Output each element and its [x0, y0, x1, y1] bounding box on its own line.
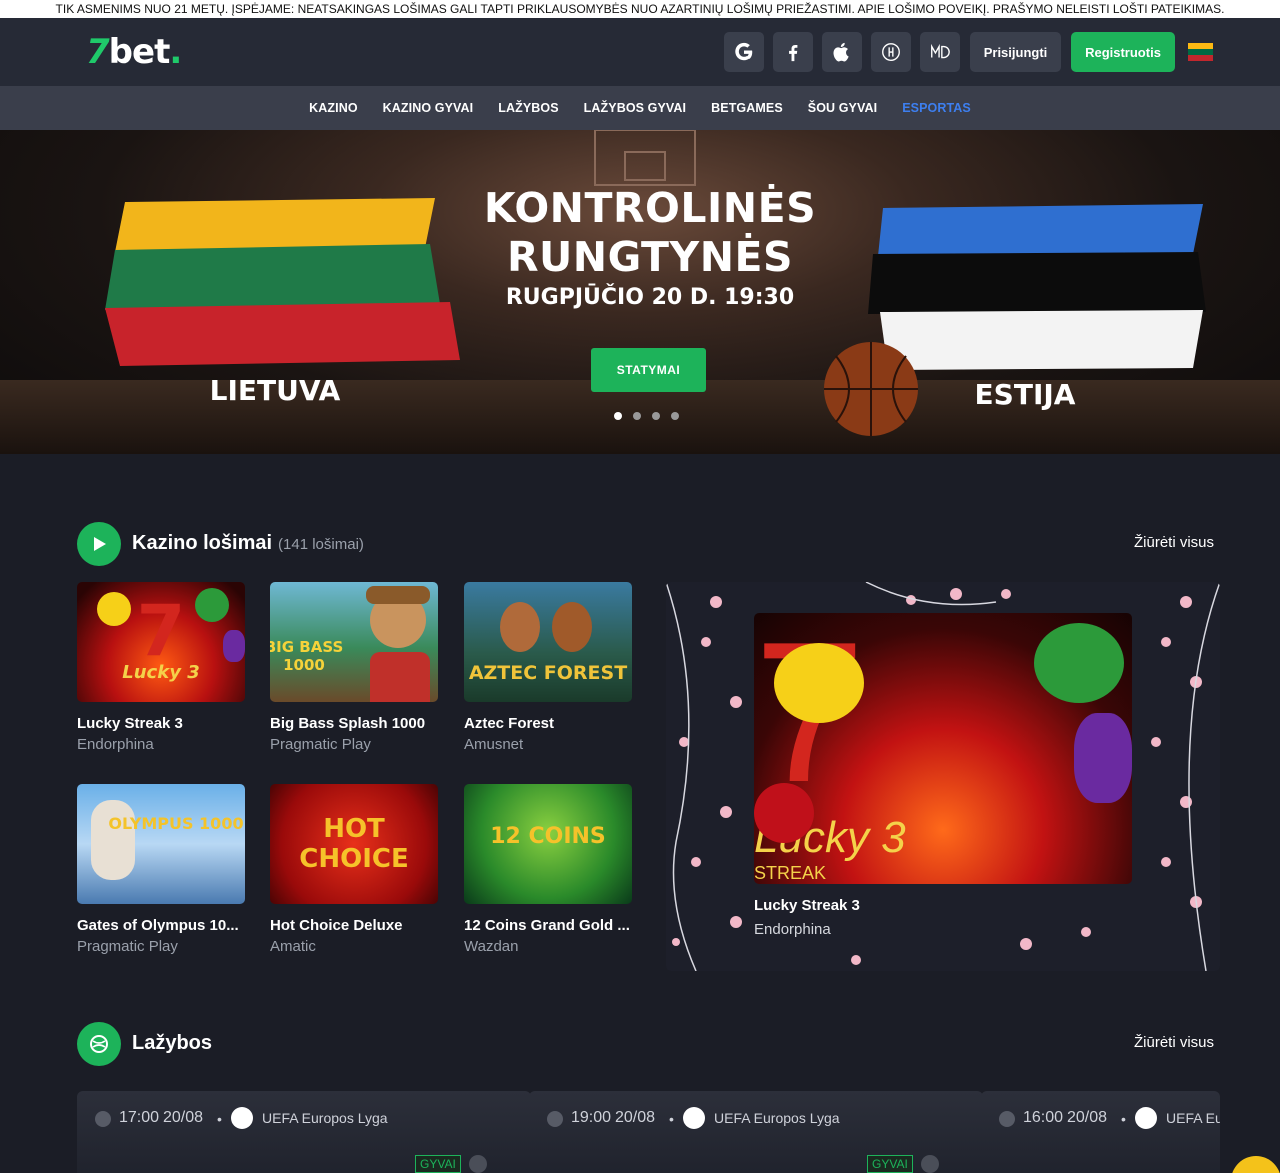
- nav-item-betgames[interactable]: BETGAMES: [699, 101, 796, 115]
- match-league: UEFA Europos Lyga: [714, 1110, 840, 1126]
- lithuania-flag-brush: [105, 198, 460, 366]
- europa-league-icon: [231, 1107, 253, 1129]
- featured-game-card[interactable]: 7 Lucky 3 STREAK Lucky Streak 3 Endorphi…: [666, 582, 1220, 971]
- mobile-id-icon: [882, 43, 900, 61]
- game-provider: Endorphina: [77, 736, 154, 753]
- game-name: Gates of Olympus 10...: [77, 917, 239, 934]
- match-date: 20/08: [1067, 1109, 1108, 1126]
- nav-item-kazino-gyvai[interactable]: KAZINO GYVAI: [370, 101, 486, 115]
- sports-icon: [77, 1022, 121, 1066]
- header: 7bet. Prisijungti Registruotis: [0, 18, 1280, 86]
- live-badge: GYVAI: [415, 1155, 461, 1173]
- team-right-name: ESTIJA: [974, 378, 1076, 411]
- game-card[interactable]: 7 Lucky 3 Lucky Streak 3 Endorphina: [77, 582, 245, 753]
- sports-see-all-link[interactable]: Žiūrėti visus: [1134, 1034, 1214, 1051]
- nav-item-esportas[interactable]: ESPORTAS: [890, 101, 984, 115]
- casino-game-count: (141 lošimai): [278, 536, 364, 553]
- game-provider: Amusnet: [464, 736, 524, 753]
- match-time: 17:00: [119, 1109, 160, 1126]
- carousel-dot[interactable]: [614, 412, 622, 420]
- apple-login-button[interactable]: [822, 32, 862, 72]
- main-navigation: KAZINO KAZINO GYVAI LAŽYBOS LAŽYBOS GYVA…: [0, 86, 1280, 130]
- game-provider: Wazdan: [464, 938, 519, 955]
- google-login-button[interactable]: [724, 32, 764, 72]
- carousel-dot[interactable]: [633, 412, 641, 420]
- hero-date: RUGPJŪČIO 20 D. 19:30: [505, 285, 795, 310]
- nav-item-lazybos-gyvai[interactable]: LAŽYBOS GYVAI: [571, 101, 698, 115]
- login-button[interactable]: Prisijungti: [970, 32, 1061, 72]
- europa-league-icon: [683, 1107, 705, 1129]
- nav-item-kazino[interactable]: KAZINO: [297, 101, 371, 115]
- game-name: Lucky Streak 3: [77, 715, 183, 732]
- europa-league-icon: [1135, 1107, 1157, 1129]
- featured-game-provider: Endorphina: [754, 921, 831, 938]
- casino-see-all-link[interactable]: Žiūrėti visus: [1134, 534, 1214, 551]
- smart-id-login-button[interactable]: [920, 32, 960, 72]
- clock-icon: [95, 1111, 111, 1127]
- live-badge: GYVAI: [867, 1155, 913, 1173]
- mobile-id-login-button[interactable]: [871, 32, 911, 72]
- facebook-icon: [789, 44, 798, 62]
- game-provider: Pragmatic Play: [270, 736, 371, 753]
- smart-id-icon: [931, 43, 950, 59]
- match-card[interactable]: 16:00 20/08 • UEFA Eur: [981, 1091, 1220, 1173]
- game-card[interactable]: HOT CHOICE Hot Choice Deluxe Amatic: [270, 784, 438, 955]
- apple-icon: [833, 42, 849, 62]
- language-flag-lithuania[interactable]: [1188, 43, 1213, 61]
- game-name: 12 Coins Grand Gold ...: [464, 917, 630, 934]
- match-time: 19:00: [571, 1109, 612, 1126]
- live-stream-icon[interactable]: [469, 1155, 487, 1173]
- hero-title: KONTROLINĖS RUNGTYNĖS: [483, 184, 817, 281]
- basketball-hoop: [594, 130, 696, 186]
- match-time: 16:00: [1023, 1109, 1064, 1126]
- chat-support-button[interactable]: [1231, 1156, 1280, 1173]
- match-date: 20/08: [163, 1109, 204, 1126]
- sports-section-title: Lažybos: [132, 1032, 213, 1054]
- game-card[interactable]: 12 COINS 12 Coins Grand Gold ... Wazdan: [464, 784, 632, 955]
- game-thumbnail[interactable]: AZTEC FOREST: [464, 582, 632, 702]
- nav-item-lazybos[interactable]: LAŽYBOS: [486, 101, 571, 115]
- nav-item-sou-gyvai[interactable]: ŠOU GYVAI: [795, 101, 889, 115]
- featured-game-name: Lucky Streak 3: [754, 897, 860, 914]
- carousel-dot[interactable]: [671, 412, 679, 420]
- game-name: Aztec Forest: [464, 715, 555, 732]
- game-provider: Amatic: [270, 938, 316, 955]
- game-card[interactable]: OLYMPUS 1000 Gates of Olympus 10... Prag…: [77, 784, 245, 955]
- game-thumbnail[interactable]: 7 Lucky 3: [77, 582, 245, 702]
- game-thumbnail[interactable]: OLYMPUS 1000: [77, 784, 245, 904]
- match-league: UEFA Europos Lyga: [262, 1110, 388, 1126]
- game-thumbnail[interactable]: HOT CHOICE: [270, 784, 438, 904]
- match-league: UEFA Eur: [1166, 1110, 1220, 1126]
- age-warning-bar: TIK ASMENIMS NUO 21 METŲ. ĮSPĖJAME: NEAT…: [0, 0, 1280, 18]
- game-name: Hot Choice Deluxe: [270, 917, 403, 934]
- clock-icon: [999, 1111, 1015, 1127]
- game-card[interactable]: BIG BASS 1000 Big Bass Splash 1000 Pragm…: [270, 582, 438, 753]
- separator-dot: •: [1121, 1111, 1126, 1127]
- separator-dot: •: [217, 1111, 222, 1127]
- match-date: 20/08: [615, 1109, 656, 1126]
- register-button[interactable]: Registruotis: [1071, 32, 1175, 72]
- clock-icon: [547, 1111, 563, 1127]
- live-stream-icon[interactable]: [921, 1155, 939, 1173]
- game-provider: Pragmatic Play: [77, 938, 178, 955]
- separator-dot: •: [669, 1111, 674, 1127]
- google-icon: [735, 42, 753, 61]
- play-icon: [77, 522, 121, 566]
- featured-game-thumbnail[interactable]: 7 Lucky 3 STREAK: [754, 613, 1132, 884]
- 7bet-logo[interactable]: 7bet.: [86, 32, 182, 72]
- carousel-dot[interactable]: [652, 412, 660, 420]
- game-thumbnail[interactable]: BIG BASS 1000: [270, 582, 438, 702]
- team-left-name: LIETUVA: [209, 374, 341, 407]
- carousel-dots: [614, 412, 679, 420]
- facebook-login-button[interactable]: [773, 32, 813, 72]
- game-thumbnail[interactable]: 12 COINS: [464, 784, 632, 904]
- match-card[interactable]: 19:00 20/08 • UEFA Europos Lyga GYVAI: [529, 1091, 983, 1173]
- casino-section-title: Kazino lošimai (141 lošimai): [132, 532, 364, 554]
- hero-banner[interactable]: KONTROLINĖS RUNGTYNĖS RUGPJŪČIO 20 D. 19:…: [0, 130, 1280, 454]
- game-card[interactable]: AZTEC FOREST Aztec Forest Amusnet: [464, 582, 632, 753]
- game-name: Big Bass Splash 1000: [270, 715, 426, 732]
- hero-bet-button[interactable]: STATYMAI: [591, 348, 706, 392]
- match-card[interactable]: 17:00 20/08 • UEFA Europos Lyga GYVAI: [77, 1091, 531, 1173]
